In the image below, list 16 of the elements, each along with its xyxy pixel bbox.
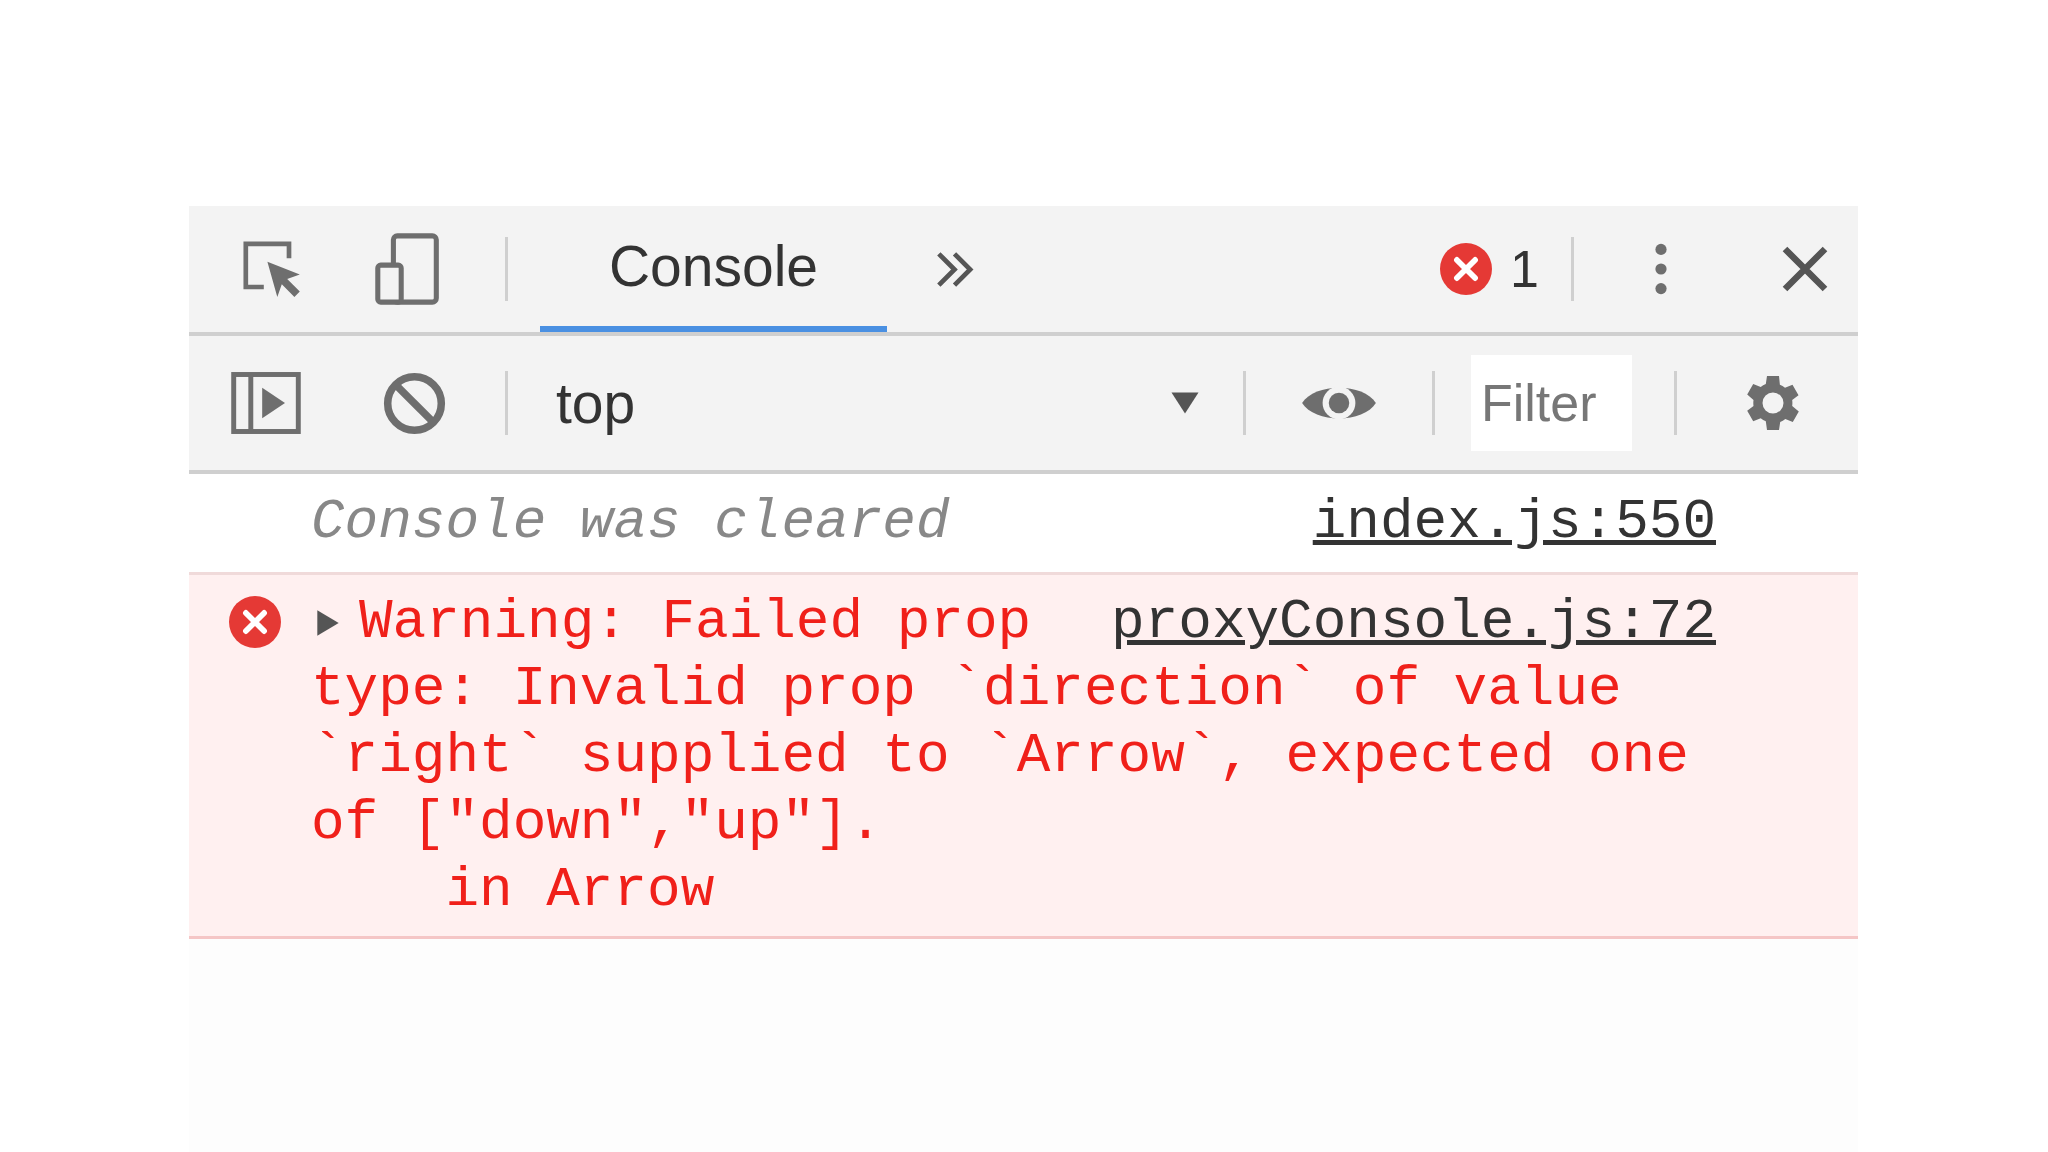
error-count: 1 (1510, 239, 1539, 299)
error-message-line: `right` supplied to `Arrow`, expected one (311, 724, 1689, 788)
expand-arrow-icon[interactable] (315, 607, 341, 638)
error-message-line: in Arrow (444, 858, 715, 922)
caret-icon (1170, 391, 1200, 415)
console-message: Console was cleared (311, 489, 950, 556)
error-message-line: type: Invalid prop `direction` of value (311, 657, 1622, 721)
error-icon[interactable] (1440, 243, 1493, 295)
source-link[interactable]: proxyConsole.js:72 (1111, 589, 1716, 656)
context-dropdown[interactable]: top (522, 358, 1222, 448)
close-icon[interactable] (1780, 244, 1830, 294)
error-icon (229, 596, 281, 648)
filter-field[interactable]: Filter (1471, 355, 1632, 451)
error-message-line: Warning: Failed prop (359, 589, 1032, 656)
error-message-line: of ["down","up"]. (311, 791, 883, 855)
source-link[interactable]: index.js:550 (1312, 489, 1716, 556)
